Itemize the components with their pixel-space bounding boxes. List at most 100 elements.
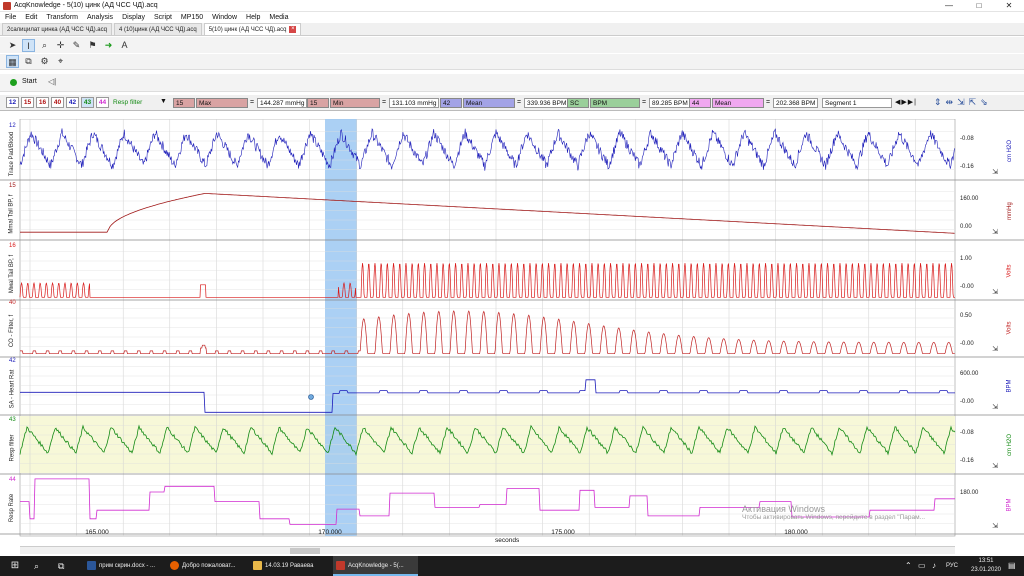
channel-button-16[interactable]: 16 [36, 97, 49, 108]
tab-label: 4 (10)цинк (АД ЧСС ЧД).acq [118, 27, 197, 33]
maximize-button[interactable]: □ [964, 0, 994, 12]
tab-label: 2салицилат цинка (АД ЧСС ЧД).acq [7, 27, 107, 33]
scrollbar-thumb[interactable] [290, 548, 320, 554]
rewind-icon[interactable]: ◁| [48, 77, 56, 86]
channel-scale-icon[interactable]: ⇲ [990, 403, 1000, 412]
channel-label-text: Resp Rate [9, 493, 16, 522]
channel-label: SA - Heart Rat [6, 365, 18, 412]
tab-document-2[interactable]: 4 (10)цинк (АД ЧСС ЧД).acq [113, 23, 202, 35]
start-icon[interactable] [10, 79, 17, 86]
crosshair-tool-icon[interactable]: ✛ [54, 39, 67, 52]
task-view-icon[interactable]: ⧉ [58, 556, 64, 576]
notifications-icon[interactable]: ▤ [1008, 556, 1016, 576]
ibeam-tool-icon[interactable]: I [22, 38, 35, 52]
channel-scale-icon[interactable]: ⇲ [990, 522, 1000, 531]
menu-script[interactable]: Script [154, 12, 172, 23]
arrow-right-tool-icon[interactable]: ➜ [102, 39, 115, 52]
clock[interactable]: 13:51 23.01.2020 [968, 556, 1004, 576]
windows-start-icon[interactable]: ⊞ [4, 556, 26, 576]
channel-unit: cm H2O [1003, 127, 1017, 174]
cursor-marker-icon[interactable] [308, 394, 314, 400]
taskbar-item-label: прим скрин.docx - ... [99, 563, 156, 569]
menu-display[interactable]: Display [122, 12, 145, 23]
plot-area[interactable] [0, 118, 1024, 539]
menu-file[interactable]: File [5, 12, 16, 23]
measure-1-function[interactable]: Max [196, 98, 248, 108]
measure-2-value: 131.103 mmHg [389, 98, 440, 108]
search-icon[interactable]: ⌕ [34, 556, 39, 576]
channel-button-40[interactable]: 40 [51, 97, 64, 108]
zoom-tool-icon[interactable]: ⌕ [38, 39, 51, 52]
measure-2-channel[interactable]: 15 [307, 98, 329, 108]
channel-button-44[interactable]: 44 [96, 97, 109, 108]
menu-mp150[interactable]: MP150 [181, 12, 203, 23]
taskbar-item-folder[interactable]: 14.03.19 Раваева [250, 556, 330, 576]
channel-scale-icon[interactable]: ⇲ [990, 228, 1000, 237]
channel-label: Mmal Tail BP, f [6, 190, 18, 237]
marker-tool-icon[interactable]: ⚑ [86, 39, 99, 52]
channel-unit-text: BPM [1006, 378, 1013, 393]
autoscale-icons[interactable]: ⇕⇹⇲⇱⇘ [934, 97, 992, 108]
menu-transform[interactable]: Transform [46, 12, 78, 23]
tab-document-3[interactable]: 5(10) цинк (АД ЧСС ЧД).acq × [203, 23, 302, 35]
network-icon[interactable]: ▭ [918, 556, 926, 576]
activation-watermark: Активация Windows Чтобы активировать Win… [742, 504, 982, 521]
channel-button-15[interactable]: 15 [21, 97, 34, 108]
measure-1-channel[interactable]: 15 [173, 98, 195, 108]
segment-field[interactable]: Segment 1 [822, 98, 892, 108]
x-axis: 165.000 170.000 175.000 180.000 seconds [20, 527, 955, 545]
channel-scale-icon[interactable]: ⇲ [990, 288, 1000, 297]
minimize-button[interactable]: — [934, 0, 964, 12]
channel-button-42[interactable]: 42 [66, 97, 79, 108]
tab-close-icon[interactable]: × [289, 25, 297, 33]
waveform-graph[interactable] [0, 118, 1024, 539]
horizontal-scrollbar[interactable] [20, 546, 955, 554]
segment-nav-icon[interactable]: ◀▶▶| [895, 98, 917, 106]
start-button[interactable]: Start [22, 78, 37, 85]
channel-scale-icon[interactable]: ⇲ [990, 462, 1000, 471]
measure-3-value: 339.936 BPM [524, 98, 570, 108]
channel-scale-icon[interactable]: ⇲ [990, 345, 1000, 354]
channel-button-12[interactable]: 12 [6, 97, 19, 108]
menu-edit[interactable]: Edit [25, 12, 37, 23]
measure-3-equals: = [517, 99, 522, 106]
menu-help[interactable]: Help [246, 12, 260, 23]
measure-4-function[interactable]: BPM [590, 98, 640, 108]
title-bar: AcqKnowledge - 5(10) цинк (АД ЧСС ЧД).ac… [0, 0, 1024, 12]
document-tabs: 2салицилат цинка (АД ЧСС ЧД).acq 4 (10)ц… [0, 23, 1024, 36]
channel-label-text: Resp filter [9, 433, 16, 462]
language-indicator[interactable]: РУС [946, 556, 958, 576]
taskbar-item-word[interactable]: прим скрин.docx - ... [84, 556, 164, 576]
measure-dropdown-icon[interactable]: ▼ [160, 98, 167, 105]
pencil-tool-icon[interactable]: ✎ [70, 39, 83, 52]
measure-4-channel[interactable]: SC [567, 98, 589, 108]
overlap-icon[interactable]: ⧉ [22, 55, 35, 68]
grid-icon[interactable]: ▦ [6, 55, 19, 68]
measure-5-channel[interactable]: 44 [689, 98, 711, 108]
channel-button-43[interactable]: 43 [81, 97, 94, 108]
taskbar-item-label: Добро пожаловат... [182, 563, 236, 569]
measure-2-equals: = [382, 99, 387, 106]
measure-3-channel[interactable]: 42 [440, 98, 462, 108]
menu-media[interactable]: Media [269, 12, 288, 23]
taskbar-item-firefox[interactable]: Добро пожаловат... [167, 556, 247, 576]
channel-unit: mmHg [1003, 187, 1017, 234]
annotation-tool-icon[interactable]: A [118, 39, 131, 52]
scope-icon[interactable]: ⌖ [54, 55, 67, 68]
measure-3-function[interactable]: Mean [463, 98, 515, 108]
channel-number: 43 [9, 417, 16, 423]
menu-analysis[interactable]: Analysis [87, 12, 113, 23]
volume-icon[interactable]: ♪ [932, 556, 936, 576]
measure-2-function[interactable]: Min [330, 98, 380, 108]
measure-5-function[interactable]: Mean [712, 98, 764, 108]
gear-icon[interactable]: ⚙ [38, 55, 51, 68]
tab-document-1[interactable]: 2салицилат цинка (АД ЧСС ЧД).acq [2, 23, 112, 35]
x-tick-label: 165.000 [85, 529, 109, 536]
measure-4-value: 89.285 BPM [649, 98, 691, 108]
taskbar-item-acqknowledge[interactable]: AcqKnowledge - 5(... [333, 556, 418, 576]
arrow-tool-icon[interactable]: ➤ [6, 39, 19, 52]
tray-arrow-icon[interactable]: ⌃ [905, 556, 912, 576]
close-button[interactable]: ✕ [994, 0, 1024, 12]
menu-window[interactable]: Window [212, 12, 237, 23]
channel-scale-icon[interactable]: ⇲ [990, 168, 1000, 177]
